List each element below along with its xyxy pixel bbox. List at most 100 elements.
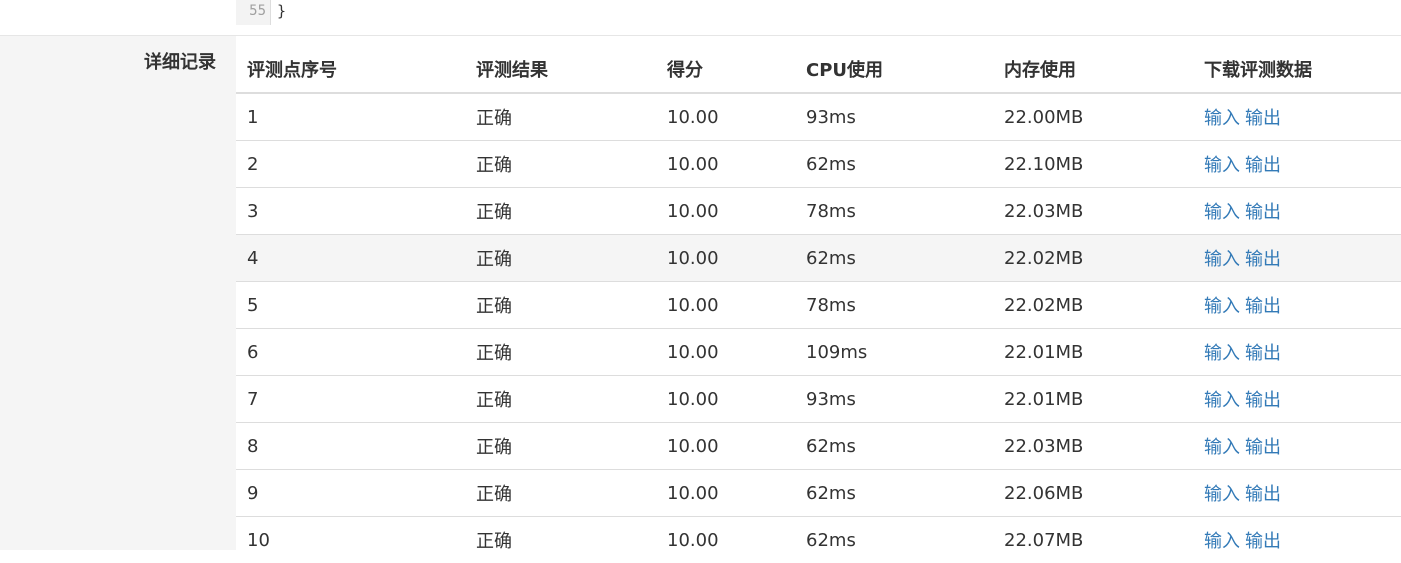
download-input-link[interactable]: 输入 xyxy=(1204,155,1240,176)
table-header-row: 评测点序号 评测结果 得分 CPU使用 内存使用 下载评测数据 xyxy=(236,46,1401,93)
download-input-link[interactable]: 输入 xyxy=(1204,531,1240,552)
line-number: 55 xyxy=(236,0,271,25)
cpu-cell: 109ms xyxy=(795,329,993,376)
download-output-link[interactable]: 输出 xyxy=(1245,296,1281,317)
score-cell: 10.00 xyxy=(656,470,795,517)
table-row: 4正确10.0062ms22.02MB输入输出 xyxy=(236,235,1401,282)
result-cell: 正确 xyxy=(465,93,656,141)
testpoint-id-cell: 6 xyxy=(236,329,465,376)
score-cell: 10.00 xyxy=(656,517,795,563)
header-download: 下载评测数据 xyxy=(1193,46,1401,93)
testpoint-id-cell: 4 xyxy=(236,235,465,282)
table-row: 5正确10.0078ms22.02MB输入输出 xyxy=(236,282,1401,329)
testpoint-id-cell: 7 xyxy=(236,376,465,423)
header-memory: 内存使用 xyxy=(993,46,1193,93)
score-cell: 10.00 xyxy=(656,423,795,470)
download-input-link[interactable]: 输入 xyxy=(1204,390,1240,411)
testpoint-id-cell: 9 xyxy=(236,470,465,517)
testpoint-id-cell: 5 xyxy=(236,282,465,329)
code-text: } xyxy=(271,0,286,25)
memory-cell: 22.01MB xyxy=(993,329,1193,376)
table-row: 10正确10.0062ms22.07MB输入输出 xyxy=(236,517,1401,563)
memory-cell: 22.06MB xyxy=(993,470,1193,517)
memory-cell: 22.02MB xyxy=(993,235,1193,282)
download-cell: 输入输出 xyxy=(1193,282,1401,329)
cpu-cell: 62ms xyxy=(795,470,993,517)
judge-records-table-container: 评测点序号 评测结果 得分 CPU使用 内存使用 下载评测数据 1正确10.00… xyxy=(236,46,1401,563)
header-result: 评测结果 xyxy=(465,46,656,93)
detail-section-sidebar: 详细记录 xyxy=(0,36,236,550)
download-cell: 输入输出 xyxy=(1193,329,1401,376)
download-input-link[interactable]: 输入 xyxy=(1204,202,1240,223)
cpu-cell: 78ms xyxy=(795,188,993,235)
cpu-cell: 78ms xyxy=(795,282,993,329)
code-line: 55 } xyxy=(236,0,286,25)
result-cell: 正确 xyxy=(465,141,656,188)
result-cell: 正确 xyxy=(465,282,656,329)
result-cell: 正确 xyxy=(465,517,656,563)
table-row: 6正确10.00109ms22.01MB输入输出 xyxy=(236,329,1401,376)
header-cpu: CPU使用 xyxy=(795,46,993,93)
result-cell: 正确 xyxy=(465,423,656,470)
cpu-cell: 93ms xyxy=(795,376,993,423)
table-row: 8正确10.0062ms22.03MB输入输出 xyxy=(236,423,1401,470)
download-output-link[interactable]: 输出 xyxy=(1245,343,1281,364)
download-cell: 输入输出 xyxy=(1193,376,1401,423)
download-input-link[interactable]: 输入 xyxy=(1204,437,1240,458)
cpu-cell: 62ms xyxy=(795,141,993,188)
cpu-cell: 62ms xyxy=(795,517,993,563)
result-cell: 正确 xyxy=(465,188,656,235)
memory-cell: 22.00MB xyxy=(993,93,1193,141)
download-cell: 输入输出 xyxy=(1193,423,1401,470)
download-output-link[interactable]: 输出 xyxy=(1245,249,1281,270)
download-input-link[interactable]: 输入 xyxy=(1204,484,1240,505)
table-row: 1正确10.0093ms22.00MB输入输出 xyxy=(236,93,1401,141)
testpoint-id-cell: 2 xyxy=(236,141,465,188)
section-label: 详细记录 xyxy=(144,48,216,74)
download-output-link[interactable]: 输出 xyxy=(1245,202,1281,223)
download-cell: 输入输出 xyxy=(1193,141,1401,188)
memory-cell: 22.02MB xyxy=(993,282,1193,329)
memory-cell: 22.10MB xyxy=(993,141,1193,188)
score-cell: 10.00 xyxy=(656,141,795,188)
download-input-link[interactable]: 输入 xyxy=(1204,108,1240,129)
download-cell: 输入输出 xyxy=(1193,235,1401,282)
header-testpoint-id: 评测点序号 xyxy=(236,46,465,93)
cpu-cell: 62ms xyxy=(795,235,993,282)
result-cell: 正确 xyxy=(465,235,656,282)
result-cell: 正确 xyxy=(465,376,656,423)
score-cell: 10.00 xyxy=(656,235,795,282)
download-cell: 输入输出 xyxy=(1193,470,1401,517)
download-output-link[interactable]: 输出 xyxy=(1245,390,1281,411)
score-cell: 10.00 xyxy=(656,282,795,329)
testpoint-id-cell: 8 xyxy=(236,423,465,470)
score-cell: 10.00 xyxy=(656,188,795,235)
table-row: 3正确10.0078ms22.03MB输入输出 xyxy=(236,188,1401,235)
download-output-link[interactable]: 输出 xyxy=(1245,437,1281,458)
download-cell: 输入输出 xyxy=(1193,188,1401,235)
score-cell: 10.00 xyxy=(656,329,795,376)
table-row: 9正确10.0062ms22.06MB输入输出 xyxy=(236,470,1401,517)
result-cell: 正确 xyxy=(465,329,656,376)
testpoint-id-cell: 1 xyxy=(236,93,465,141)
code-viewer: 55 } xyxy=(0,0,1401,36)
download-output-link[interactable]: 输出 xyxy=(1245,484,1281,505)
cpu-cell: 62ms xyxy=(795,423,993,470)
table-row: 2正确10.0062ms22.10MB输入输出 xyxy=(236,141,1401,188)
download-cell: 输入输出 xyxy=(1193,93,1401,141)
download-output-link[interactable]: 输出 xyxy=(1245,108,1281,129)
download-input-link[interactable]: 输入 xyxy=(1204,249,1240,270)
result-cell: 正确 xyxy=(465,470,656,517)
cpu-cell: 93ms xyxy=(795,93,993,141)
memory-cell: 22.03MB xyxy=(993,188,1193,235)
testpoint-id-cell: 10 xyxy=(236,517,465,563)
download-cell: 输入输出 xyxy=(1193,517,1401,563)
download-output-link[interactable]: 输出 xyxy=(1245,531,1281,552)
testpoint-id-cell: 3 xyxy=(236,188,465,235)
memory-cell: 22.07MB xyxy=(993,517,1193,563)
download-input-link[interactable]: 输入 xyxy=(1204,296,1240,317)
download-input-link[interactable]: 输入 xyxy=(1204,343,1240,364)
download-output-link[interactable]: 输出 xyxy=(1245,155,1281,176)
score-cell: 10.00 xyxy=(656,376,795,423)
judge-records-table: 评测点序号 评测结果 得分 CPU使用 内存使用 下载评测数据 1正确10.00… xyxy=(236,46,1401,563)
